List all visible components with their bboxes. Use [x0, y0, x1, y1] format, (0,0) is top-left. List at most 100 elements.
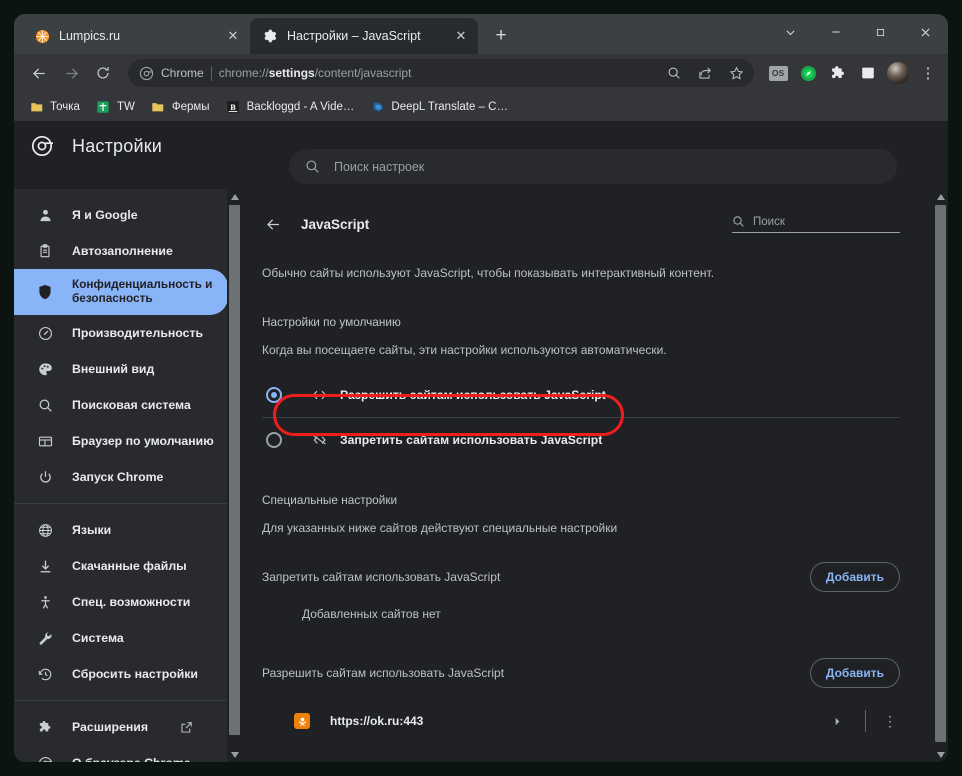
radio-block-javascript[interactable]: Запретить сайтам использовать JavaScript	[262, 417, 900, 461]
url-path: /content/javascript	[314, 66, 412, 80]
sidebar-item-label: Конфиденциальность и безопасность	[72, 277, 213, 305]
add-allowed-site-button[interactable]: Добавить	[809, 658, 900, 688]
scroll-up-icon[interactable]	[227, 189, 242, 204]
chevron-right-icon[interactable]	[827, 711, 847, 731]
omnibox-url[interactable]: chrome://settings/content/javascript	[219, 66, 655, 80]
bookmarks-bar: Точка TW Фермы B Backloggd - A Vide… Dee…	[14, 92, 948, 121]
sidebar-scroll-thumb[interactable]	[229, 205, 240, 735]
tab-lumpics[interactable]: Lumpics.ru ✕	[22, 18, 250, 54]
sidebar-item-about-chrome[interactable]: О браузере Chrome	[14, 745, 228, 762]
sidebar-scrollbar[interactable]	[227, 189, 242, 762]
sidebar-item-label: Я и Google	[72, 208, 138, 222]
scroll-down-icon[interactable]	[933, 747, 948, 762]
sidebar-item-appearance[interactable]: Внешний вид	[14, 351, 228, 387]
minimize-icon[interactable]	[813, 14, 858, 50]
content-header: JavaScript Поиск	[262, 207, 900, 241]
forward-icon[interactable]	[56, 58, 86, 88]
omnibox-divider	[210, 65, 212, 81]
settings-body: Я и Google Автозаполнение Конфиденциальн…	[14, 189, 948, 762]
sidebar-divider	[14, 700, 228, 701]
sidebar-item-system[interactable]: Система	[14, 620, 228, 656]
sidebar-group-tertiary: Расширения О браузере Chrome	[14, 709, 242, 762]
radio-allow-javascript[interactable]: Разрешить сайтам использовать JavaScript	[262, 373, 900, 417]
compass-extension-icon[interactable]	[794, 59, 822, 87]
sidebar-item-you-and-google[interactable]: Я и Google	[14, 197, 228, 233]
sidebar-item-search-engine[interactable]: Поисковая система	[14, 387, 228, 423]
settings-search-input[interactable]: Поиск настроек	[289, 149, 897, 184]
sheets-icon	[96, 99, 111, 114]
sidebar-item-startup[interactable]: Запуск Chrome	[14, 459, 228, 495]
bookmark-label: Фермы	[171, 100, 210, 113]
search-icon	[305, 159, 320, 174]
content-search-placeholder: Поиск	[753, 215, 785, 228]
new-tab-button[interactable]: +	[486, 21, 516, 51]
puzzle-extensions-icon[interactable]	[824, 59, 852, 87]
search-icon	[732, 215, 745, 228]
row-divider	[865, 710, 866, 732]
sidebar-item-label: О браузере Chrome	[72, 756, 228, 762]
content-scroll-thumb[interactable]	[935, 205, 946, 742]
javascript-settings-panel: JavaScript Поиск Обычно сайты используют…	[242, 189, 948, 741]
side-panel-icon[interactable]	[854, 59, 882, 87]
sidebar-item-downloads[interactable]: Скачанные файлы	[14, 548, 228, 584]
block-list-header: Запретить сайтам использовать JavaScript…	[262, 555, 900, 599]
sidebar-group-main: Я и Google Автозаполнение Конфиденциальн…	[14, 189, 242, 495]
sidebar-item-default-browser[interactable]: Браузер по умолчанию	[14, 423, 228, 459]
chrome-menu-icon[interactable]: ⋮	[914, 59, 942, 87]
sidebar-divider	[14, 503, 228, 504]
scroll-down-icon[interactable]	[227, 747, 242, 762]
intro-text: Обычно сайты используют JavaScript, чтоб…	[262, 266, 715, 280]
close-icon[interactable]: ✕	[224, 27, 242, 45]
sidebar-item-performance[interactable]: Производительность	[14, 315, 228, 351]
chrome-icon	[36, 754, 54, 762]
address-bar[interactable]: Chrome chrome://settings/content/javascr…	[128, 59, 754, 87]
reload-icon[interactable]	[88, 58, 118, 88]
sidebar-item-reset-settings[interactable]: Сбросить настройки	[14, 656, 228, 692]
tab-settings-javascript[interactable]: Настройки – JavaScript ✕	[250, 18, 478, 54]
chevron-down-icon[interactable]	[768, 14, 813, 50]
scroll-up-icon[interactable]	[933, 189, 948, 204]
list-item[interactable]: https://ok.ru:443 ⋮	[262, 701, 900, 741]
bookmark-item[interactable]: DeepL Translate – C…	[363, 96, 515, 118]
back-icon[interactable]	[24, 58, 54, 88]
restore-icon	[36, 665, 54, 683]
default-settings-heading: Настройки по умолчанию	[262, 315, 401, 329]
sidebar-item-languages[interactable]: Языки	[14, 512, 228, 548]
sidebar-item-extensions[interactable]: Расширения	[14, 709, 228, 745]
search-icon	[36, 396, 54, 414]
add-blocked-site-button[interactable]: Добавить	[809, 562, 900, 592]
chrome-icon	[138, 65, 154, 81]
radio-button[interactable]	[266, 431, 282, 448]
radio-button[interactable]	[266, 387, 282, 403]
close-icon[interactable]: ✕	[452, 27, 470, 45]
bookmark-item[interactable]: Точка	[22, 96, 87, 118]
folder-icon	[151, 99, 166, 114]
browser-window: Lumpics.ru ✕ Настройки – JavaScript ✕ +	[14, 14, 948, 762]
os-extension-icon[interactable]: OS	[764, 59, 792, 87]
bookmark-item[interactable]: Фермы	[144, 96, 217, 118]
content-scrollbar[interactable]	[933, 189, 948, 762]
settings-search-placeholder: Поиск настроек	[334, 159, 425, 174]
folder-icon	[29, 99, 44, 114]
star-icon[interactable]	[724, 61, 748, 85]
bookmark-item[interactable]: TW	[89, 96, 142, 118]
code-brackets-slash-icon	[310, 431, 328, 449]
close-icon[interactable]	[903, 14, 948, 50]
more-options-icon[interactable]: ⋮	[880, 711, 900, 731]
avatar[interactable]	[884, 59, 912, 87]
content-search-input[interactable]: Поиск	[732, 215, 900, 233]
bookmark-label: Точка	[50, 100, 80, 113]
sidebar-item-autofill[interactable]: Автозаполнение	[14, 233, 228, 269]
bookmark-item[interactable]: B Backloggd - A Vide…	[219, 96, 362, 118]
external-link-icon[interactable]	[180, 721, 193, 734]
maximize-icon[interactable]	[858, 14, 903, 50]
sidebar-item-privacy-and-security[interactable]: Конфиденциальность и безопасность	[14, 269, 228, 315]
share-icon[interactable]	[693, 61, 717, 85]
palette-icon	[36, 360, 54, 378]
shield-icon	[36, 283, 54, 301]
browser-toolbar: Chrome chrome://settings/content/javascr…	[14, 54, 948, 92]
sidebar-item-label: Спец. возможности	[72, 595, 191, 609]
sidebar-item-accessibility[interactable]: Спец. возможности	[14, 584, 228, 620]
back-icon[interactable]	[262, 213, 284, 235]
search-icon[interactable]	[662, 61, 686, 85]
